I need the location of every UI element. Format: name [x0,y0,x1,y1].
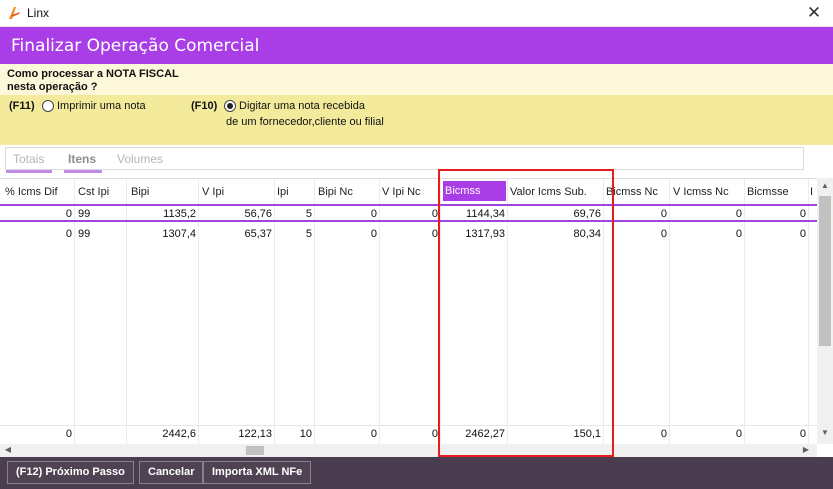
vertical-scrollbar[interactable]: ▲ ▼ [817,178,833,444]
cell-bicmss-nc: 0 [660,208,667,220]
tab-itens-underline [64,170,102,173]
column-header-bicmsse[interactable]: Bicmsse [747,186,789,198]
scroll-left-icon[interactable]: ◀ [0,445,16,454]
option-f10-key: (F10) [191,100,218,112]
total-bipi: 2442,6 [162,428,196,440]
cell-icms-dif: 0 [65,208,72,220]
tab-totais-underline [6,170,52,173]
tab-totais[interactable]: Totais [13,152,44,166]
total-v-icmss-nc: 0 [735,428,742,440]
cell-ipi: 5 [305,208,312,220]
table-row[interactable]: 0 99 1135,2 56,76 5 0 0 1144,34 69,76 0 … [0,204,817,222]
cell-v-ipi: 56,76 [244,208,272,220]
cell-cst-ipi: 99 [78,228,91,240]
cell-v-ipi-nc: 0 [431,228,438,240]
column-header-bicmss-nc[interactable]: Bicmss Nc [606,186,658,198]
cancel-button[interactable]: Cancelar [139,461,204,484]
horizontal-scroll-thumb[interactable] [246,446,264,455]
cell-v-ipi-nc: 0 [431,208,438,220]
option-f11-radio[interactable] [42,100,54,112]
column-header-bicmss[interactable]: Bicmss [443,181,506,201]
question-line-1: Como processar a NOTA FISCAL [7,68,179,80]
scroll-up-icon[interactable]: ▲ [817,181,833,190]
cell-bipi-nc: 0 [370,208,377,220]
scroll-down-icon[interactable]: ▼ [817,428,833,437]
column-header-valor-icms-sub[interactable]: Valor Icms Sub. [510,186,587,198]
column-header-bipi[interactable]: Bipi [131,186,149,198]
total-icms-dif: 0 [65,428,72,440]
cell-cst-ipi: 99 [78,208,91,220]
question-line-2: nesta operação ? [7,81,98,93]
column-header-bipi-nc[interactable]: Bipi Nc [318,186,353,198]
total-bipi-nc: 0 [370,428,377,440]
total-bicmss-nc: 0 [660,428,667,440]
question-text: Como processar a NOTA FISCAL nesta opera… [7,68,179,94]
footer-bar: (F12) Próximo Passo Cancelar Importa XML… [0,457,833,489]
scroll-right-icon[interactable]: ▶ [798,445,814,454]
page-title: Finalizar Operação Comercial [11,36,260,56]
items-grid[interactable]: % Icms Dif Cst Ipi Bipi V Ipi Ipi Bipi N… [0,178,817,445]
cell-valor-icms-sub: 80,34 [573,228,601,240]
table-row[interactable]: 0 99 1307,4 65,37 5 0 0 1317,93 80,34 0 … [0,226,817,244]
window-title: Linx [27,6,50,20]
cell-ipi: 5 [305,228,312,240]
cell-bicmsse: 0 [799,208,806,220]
totals-row: 0 2442,6 122,13 10 0 0 2462,27 150,1 0 0… [0,425,817,443]
linx-logo-icon [9,7,20,19]
total-v-ipi-nc: 0 [431,428,438,440]
tab-volumes[interactable]: Volumes [117,152,163,166]
column-header-icms-dif[interactable]: % Icms Dif [5,186,58,198]
option-f10-label-line2[interactable]: de um fornecedor,cliente ou filial [226,114,384,130]
question-panel: Como processar a NOTA FISCAL nesta opera… [0,64,833,145]
cell-bipi-nc: 0 [370,228,377,240]
tab-itens[interactable]: Itens [68,152,96,166]
total-bicmss: 2462,27 [465,428,505,440]
column-header-v-ipi[interactable]: V Ipi [202,186,224,198]
cell-valor-icms-sub: 69,76 [573,208,601,220]
column-header-ipi[interactable]: Ipi [277,186,289,198]
total-valor-icms-sub: 150,1 [573,428,601,440]
question-options: (F11) Imprimir uma nota (F10) Digitar um… [0,95,833,145]
next-step-button[interactable]: (F12) Próximo Passo [7,461,134,484]
cell-bicmss: 1144,34 [466,208,505,220]
cell-bicmss-nc: 0 [660,228,667,240]
cell-v-icmss-nc: 0 [735,228,742,240]
cell-bipi: 1307,4 [162,228,196,240]
column-header-v-icmss-nc[interactable]: V Icmss Nc [673,186,729,198]
cell-icms-dif: 0 [65,228,72,240]
column-header-truncated[interactable]: I [810,186,813,198]
cell-bicmsse: 0 [799,228,806,240]
option-f11-key: (F11) [9,100,35,112]
tab-bar: Totais Itens Volumes [5,147,804,173]
vertical-scroll-thumb[interactable] [819,196,831,346]
option-f11-label[interactable]: Imprimir uma nota [57,98,146,114]
total-ipi: 10 [299,428,312,440]
column-header-cst-ipi[interactable]: Cst Ipi [78,186,109,198]
cell-v-ipi: 65,37 [244,228,272,240]
import-xml-button[interactable]: Importa XML NFe [203,461,312,484]
close-icon[interactable]: ✕ [803,2,825,24]
horizontal-scrollbar[interactable]: ◀ ▶ [0,444,817,457]
total-bicmsse: 0 [799,428,806,440]
option-f10-radio[interactable] [224,100,236,112]
question-prompt: Como processar a NOTA FISCAL nesta opera… [0,64,833,95]
total-v-ipi: 122,13 [238,428,272,440]
page-header: Finalizar Operação Comercial [0,27,833,64]
cell-bipi: 1135,2 [163,208,196,220]
cell-v-icmss-nc: 0 [735,208,742,220]
cell-bicmss: 1317,93 [465,228,505,240]
option-f10-label-line1[interactable]: Digitar uma nota recebida [239,98,365,114]
window-titlebar: Linx ✕ [0,0,833,27]
column-header-v-ipi-nc[interactable]: V Ipi Nc [382,186,421,198]
